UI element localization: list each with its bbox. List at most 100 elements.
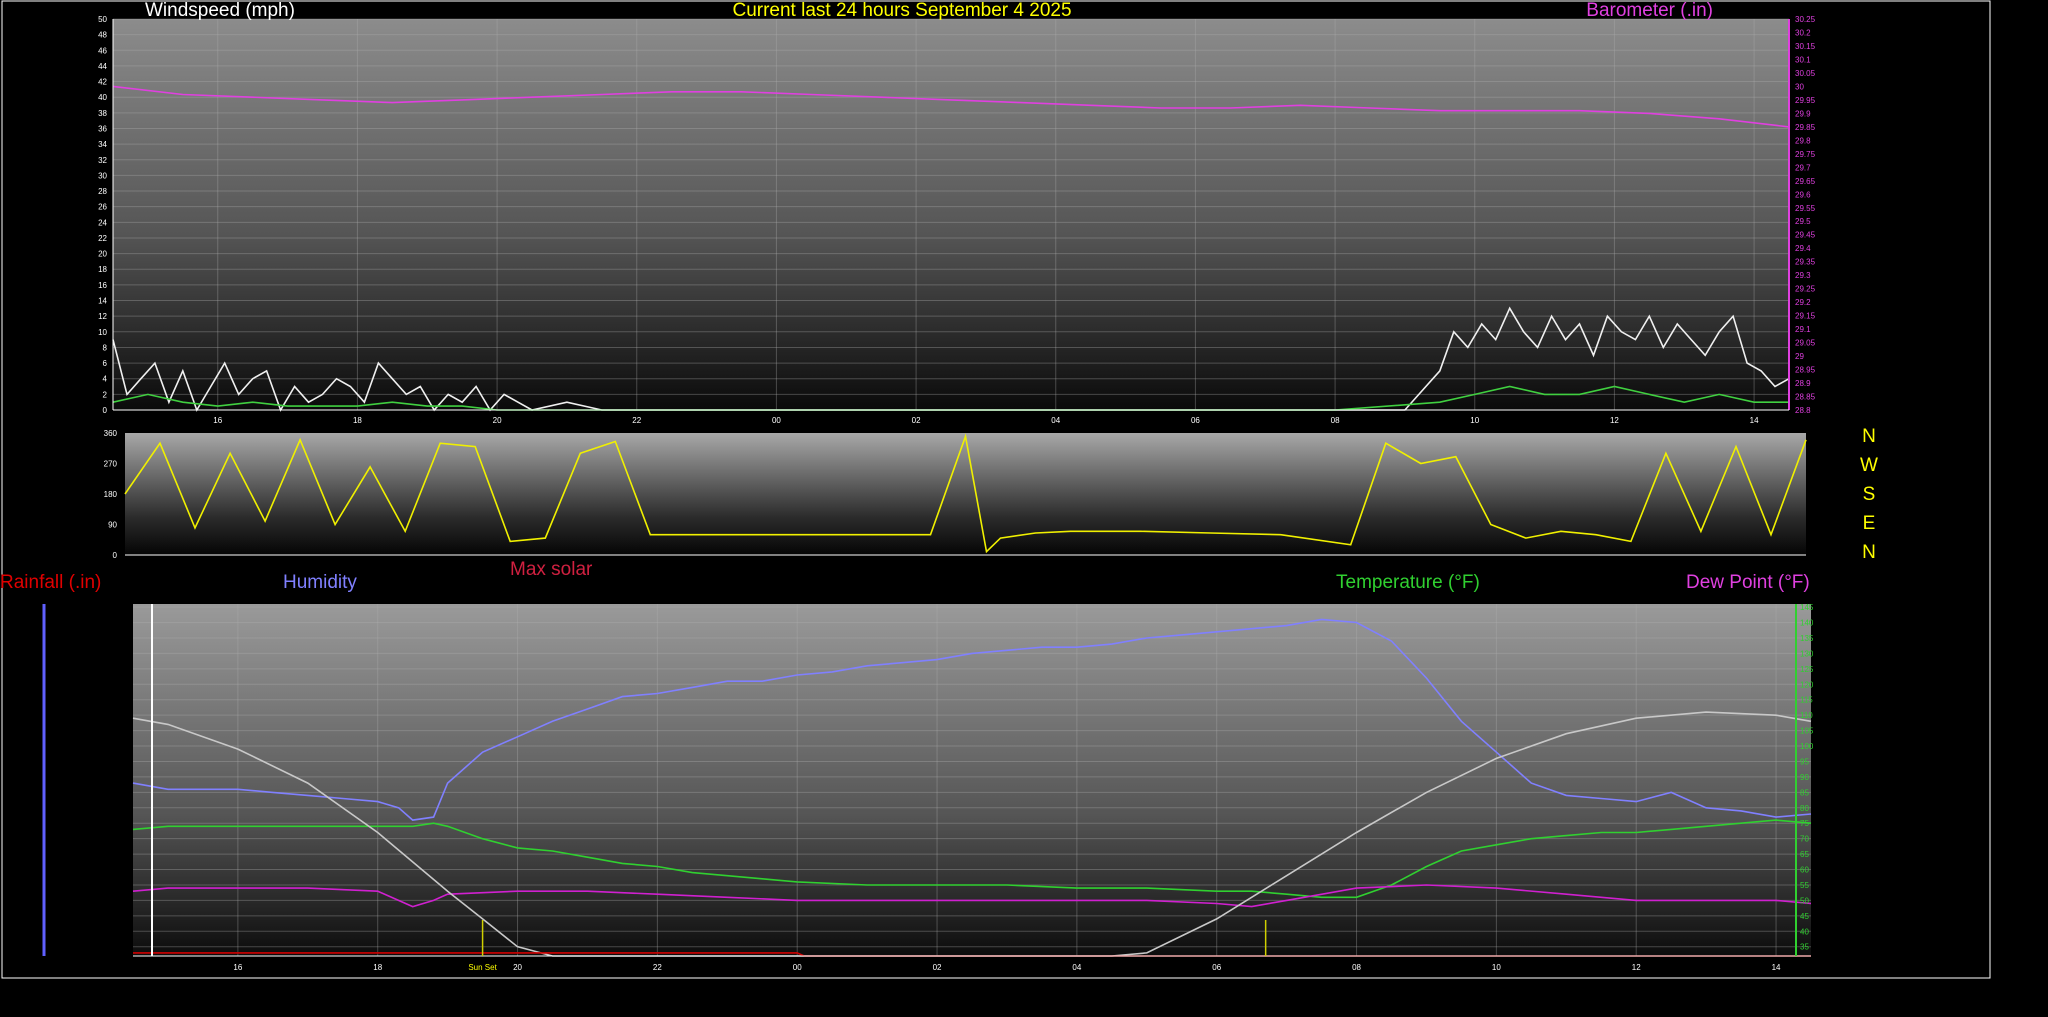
y-tick-label: 14 [98, 297, 107, 306]
y-tick-label: 48 [98, 31, 107, 40]
y2-tick-label: 90 [1800, 773, 1809, 782]
panel1-background [113, 19, 1789, 410]
panel3-x-ticks: 16 18 20 22 00 02 04 06 08 10 12 14 [233, 963, 1781, 972]
weather-chart: 0246810121416182022242628303234363840424… [0, 0, 1991, 979]
y-tick-label: 36 [98, 124, 107, 133]
x-tick-label: 12 [1610, 416, 1619, 425]
y2-tick-label: 29.55 [1795, 204, 1816, 213]
y2-tick-label: 115 [1800, 696, 1813, 705]
windspeed-axis-label: Windspeed (mph) [145, 0, 295, 21]
compass-letter: E [1863, 513, 1876, 534]
y2-tick-label: 95 [1800, 757, 1809, 766]
y2-tick-label: 29.3 [1795, 271, 1811, 280]
x-tick-label: 16 [233, 963, 242, 972]
compass-letter: S [1863, 484, 1876, 505]
y-tick-label: 50 [98, 15, 107, 24]
x-tick-label: 14 [1750, 416, 1759, 425]
y2-tick-label: 29.7 [1795, 163, 1811, 172]
y2-tick-label: 135 [1800, 634, 1814, 643]
panel1-left-ticks: 0246810121416182022242628303234363840424… [98, 15, 107, 415]
y-tick-label: 360 [104, 429, 118, 438]
y-tick-label: 44 [98, 62, 107, 71]
y2-tick-label: 30.2 [1795, 28, 1811, 37]
y2-tick-label: 65 [1800, 850, 1809, 859]
x-tick-label: 06 [1212, 963, 1221, 972]
marker-label: Sun Set [468, 963, 497, 972]
x-tick-label: 04 [1072, 963, 1081, 972]
y2-tick-label: 28.9 [1795, 379, 1811, 388]
y-tick-label: 20 [98, 250, 107, 259]
panel2-background [125, 433, 1806, 555]
y-tick-label: 270 [104, 460, 118, 469]
x-tick-label: 08 [1331, 416, 1340, 425]
x-tick-label: 06 [1191, 416, 1200, 425]
y2-tick-label: 29.75 [1795, 150, 1816, 159]
y2-tick-label: 29 [1795, 352, 1804, 361]
temperature-label: Temperature (°F) [1336, 572, 1480, 593]
y2-tick-label: 60 [1800, 866, 1809, 875]
y2-tick-label: 28.95 [1795, 366, 1816, 375]
y2-tick-label: 29.05 [1795, 339, 1816, 348]
y-tick-label: 16 [98, 281, 107, 290]
x-tick-label: 02 [912, 416, 921, 425]
y2-tick-label: 35 [1800, 943, 1809, 952]
panel2-left-ticks: 0 90 180 270 360 [104, 429, 118, 560]
x-tick-label: 02 [933, 963, 942, 972]
y2-tick-label: 29.45 [1795, 231, 1816, 240]
y2-tick-label: 29.95 [1795, 96, 1816, 105]
x-tick-label: 22 [653, 963, 662, 972]
y2-tick-label: 55 [1800, 881, 1809, 890]
y2-tick-label: 30.1 [1795, 55, 1811, 64]
y-tick-label: 0 [103, 406, 108, 415]
y2-tick-label: 29.6 [1795, 190, 1811, 199]
x-tick-label: 20 [493, 416, 502, 425]
y-tick-label: 32 [98, 156, 107, 165]
y-tick-label: 0 [113, 551, 118, 560]
y-tick-label: 2 [103, 390, 108, 399]
y-tick-label: 26 [98, 203, 107, 212]
y2-tick-label: 29.15 [1795, 312, 1816, 321]
x-tick-label: 10 [1492, 963, 1501, 972]
y2-tick-label: 75 [1800, 819, 1809, 828]
y-tick-label: 6 [103, 359, 108, 368]
y-tick-label: 42 [98, 78, 107, 87]
y2-tick-label: 85 [1800, 788, 1809, 797]
compass-labels: NWSEN [1860, 426, 1878, 563]
y2-tick-label: 29.8 [1795, 136, 1811, 145]
y-tick-label: 8 [103, 343, 108, 352]
y2-tick-label: 29.25 [1795, 285, 1816, 294]
y-tick-label: 38 [98, 109, 107, 118]
y-tick-label: 28 [98, 187, 107, 196]
y-tick-label: 4 [103, 375, 108, 384]
y-tick-label: 22 [98, 234, 107, 243]
y2-tick-label: 29.85 [1795, 123, 1816, 132]
y-tick-label: 90 [108, 521, 117, 530]
y2-tick-label: 30.25 [1795, 15, 1816, 24]
x-tick-label: 08 [1352, 963, 1361, 972]
y2-tick-label: 140 [1800, 619, 1814, 628]
y-tick-label: 18 [98, 265, 107, 274]
x-tick-label: 12 [1632, 963, 1641, 972]
y-tick-label: 24 [98, 218, 107, 227]
x-tick-label: 10 [1470, 416, 1479, 425]
dewpoint-label: Dew Point (°F) [1686, 572, 1810, 593]
y-tick-label: 30 [98, 171, 107, 180]
y2-tick-label: 30 [1795, 82, 1804, 91]
y2-tick-label: 29.9 [1795, 109, 1811, 118]
y2-tick-label: 50 [1800, 896, 1809, 905]
y2-tick-label: 29.4 [1795, 244, 1811, 253]
y2-tick-label: 29.5 [1795, 217, 1811, 226]
y2-tick-label: 100 [1800, 742, 1814, 751]
x-tick-label: 20 [513, 963, 522, 972]
y-tick-label: 40 [98, 93, 107, 102]
y-tick-label: 46 [98, 46, 107, 55]
y-tick-label: 12 [98, 312, 107, 321]
x-tick-label: 22 [632, 416, 641, 425]
y2-tick-label: 130 [1800, 649, 1814, 658]
y2-tick-label: 120 [1800, 680, 1814, 689]
compass-letter: N [1862, 426, 1876, 447]
y2-tick-label: 28.8 [1795, 406, 1811, 415]
x-tick-label: 04 [1051, 416, 1060, 425]
x-tick-label: 00 [772, 416, 781, 425]
y2-tick-label: 105 [1800, 727, 1814, 736]
